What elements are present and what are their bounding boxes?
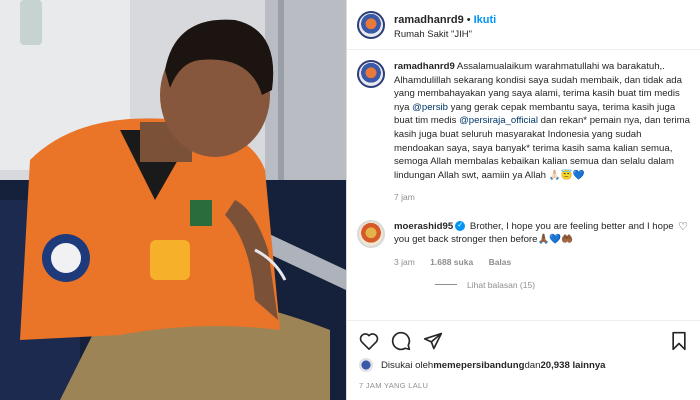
likes-prefix: Disukai oleh	[381, 359, 434, 371]
separator-dot: •	[466, 13, 471, 26]
divider-line	[435, 284, 457, 286]
reply-button[interactable]: Balas	[489, 257, 512, 267]
post-photo	[0, 0, 346, 400]
caption-time[interactable]: 7 jam	[394, 192, 415, 202]
post-timestamp: 7 JAM YANG LALU	[359, 381, 429, 390]
heart-outline-icon[interactable]: ♡	[678, 220, 688, 233]
caption: ramadhanrd9 Assalamualaikum warahmatulla…	[357, 60, 690, 204]
heart-icon[interactable]	[359, 332, 379, 350]
post-location[interactable]: Rumah Sakit "JIH"	[394, 29, 496, 41]
hospital-patient-illustration	[0, 0, 346, 400]
comment-icon[interactable]	[391, 331, 411, 351]
caption-emoji: 🙏🏻😇💙	[548, 169, 585, 181]
view-replies-label: Lihat balasan (15)	[467, 279, 536, 290]
comment-time[interactable]: 3 jam	[394, 257, 415, 267]
follow-button[interactable]: Ikuti	[474, 14, 497, 26]
mention-persib[interactable]: @persib	[412, 102, 448, 113]
mention-persiraja[interactable]: @persiraja_official	[459, 115, 538, 126]
likes-row: Disukai oleh memepersibandung dan 20,938…	[347, 358, 700, 372]
bookmark-icon[interactable]	[670, 331, 688, 351]
share-icon[interactable]	[423, 331, 443, 351]
likes-middle: dan	[524, 359, 541, 371]
likes-count[interactable]: 20,938 lainnya	[540, 360, 605, 371]
verified-icon: ✓	[455, 221, 466, 232]
comment-likes[interactable]: 1.688 suka	[430, 257, 473, 267]
comment: moerashid95 ✓ Brother, I hope you are fee…	[357, 219, 690, 268]
avatar[interactable]	[359, 358, 373, 372]
comment-username[interactable]: moerashid95	[394, 221, 453, 232]
view-replies-button[interactable]: Lihat balasan (15)	[435, 280, 690, 290]
avatar[interactable]	[357, 10, 385, 39]
post-header: ramadhanrd9 • Ikuti Rumah Sakit "JIH"	[347, 0, 700, 50]
avatar[interactable]	[357, 60, 385, 88]
comment-emoji: 🙏🏾💙🤲🏾	[537, 234, 574, 246]
post-username[interactable]: ramadhanrd9	[394, 14, 464, 26]
avatar[interactable]	[357, 219, 385, 248]
liked-by-user[interactable]: memepersibandung	[433, 360, 524, 371]
caption-username[interactable]: ramadhanrd9	[394, 61, 455, 72]
action-bar	[347, 320, 700, 360]
comments-section[interactable]: ramadhanrd9 Assalamualaikum warahmatulla…	[347, 50, 700, 320]
